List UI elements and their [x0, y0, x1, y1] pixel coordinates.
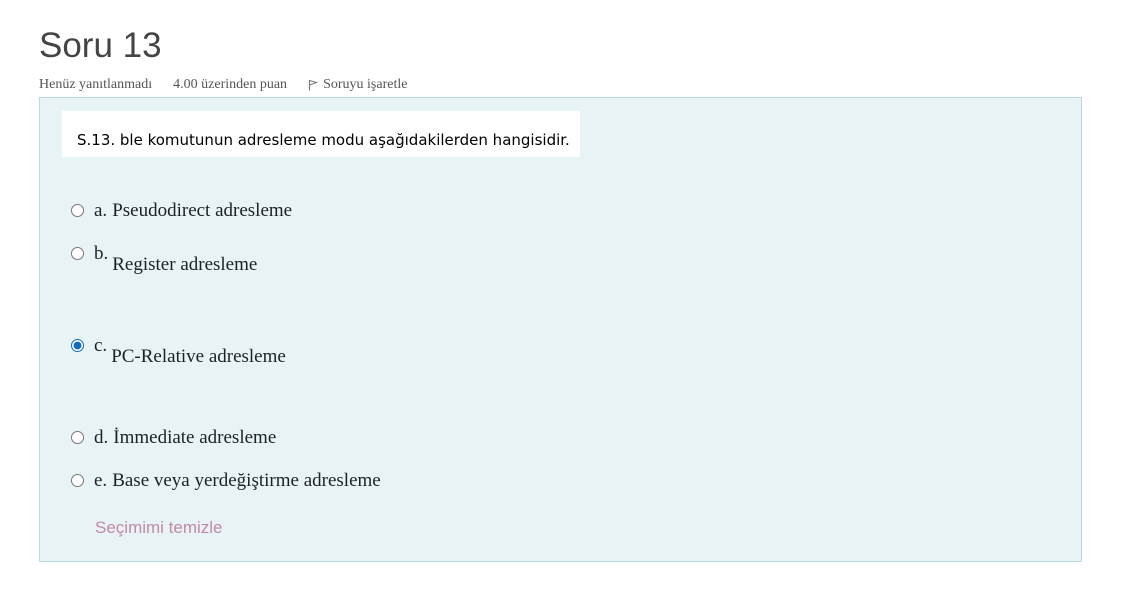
answer-radio-b[interactable] [71, 247, 84, 260]
question-title: Soru 13 [39, 26, 162, 65]
answer-letter: a. [94, 200, 108, 221]
answer-option-e[interactable]: e. Base veya yerdeğiştirme adresleme [71, 470, 381, 492]
answer-text: PC-Relative adresleme [111, 346, 286, 367]
answer-radio-a[interactable] [71, 204, 84, 217]
answer-letter: d. [94, 427, 109, 448]
answer-radio-c[interactable] [71, 339, 84, 352]
answer-text: İmmediate adresleme [113, 427, 277, 448]
flag-icon [309, 80, 319, 91]
answer-radio-e[interactable] [71, 474, 84, 487]
answer-option-a[interactable]: a. Pseudodirect adresleme [71, 200, 292, 222]
question-status: Henüz yanıtlanmadı [39, 77, 153, 92]
flag-question-label: Soruyu işaretle [323, 77, 408, 92]
clear-selection-link[interactable]: Seçimimi temizle [95, 518, 223, 538]
answer-text: Base veya yerdeğiştirme adresleme [112, 470, 381, 491]
answer-option-c[interactable]: c. PC-Relative adresleme [71, 335, 286, 367]
answer-option-b[interactable]: b. Register adresleme [71, 243, 257, 275]
answer-text: Pseudodirect adresleme [112, 200, 293, 221]
question-points: 4.00 üzerinden puan [173, 77, 288, 92]
question-text: S.13. ble komutunun adresleme modu aşağı… [62, 111, 580, 157]
flag-question-link[interactable]: Soruyu işaretle [308, 77, 407, 93]
question-info: Henüz yanıtlanmadı 4.00 üzerinden puan S… [39, 76, 428, 94]
answer-text: Register adresleme [112, 254, 258, 275]
question-panel: S.13. ble komutunun adresleme modu aşağı… [39, 97, 1082, 562]
answer-letter: b. [94, 243, 109, 264]
answer-radio-d[interactable] [71, 431, 84, 444]
answer-letter: e. [94, 470, 108, 491]
answer-letter: c. [94, 335, 108, 356]
answer-option-d[interactable]: d. İmmediate adresleme [71, 427, 276, 449]
